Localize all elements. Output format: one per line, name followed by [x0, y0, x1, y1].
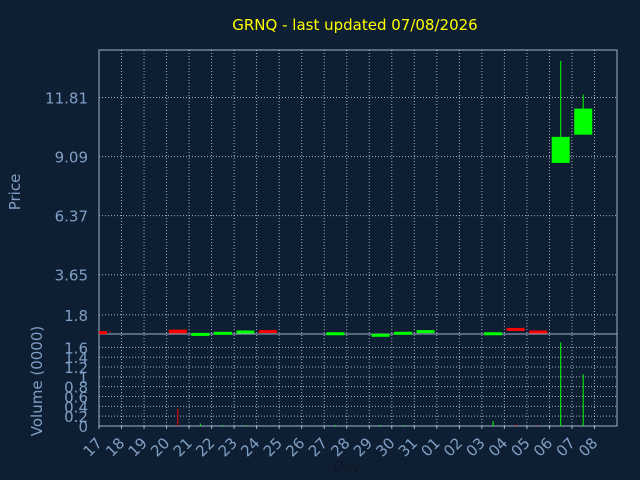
- price-tick-label: 3.65: [55, 267, 88, 285]
- candle-body: [551, 136, 570, 163]
- candle-body: [326, 332, 345, 336]
- candle: [416, 330, 435, 334]
- candle-body: [258, 330, 277, 334]
- candle: [326, 332, 345, 336]
- candle: [236, 330, 255, 334]
- candle: [394, 331, 413, 335]
- day-axis: 1718192021222324252627282930310102030405…: [80, 426, 601, 460]
- volume-tick-label: 1.6: [64, 339, 88, 357]
- candle: [484, 332, 503, 336]
- price-tick-label: 11.81: [45, 90, 88, 108]
- candle: [574, 94, 593, 135]
- candle-body: [191, 332, 210, 336]
- y-axis-label-volume: Volume (0000): [28, 326, 46, 436]
- candle-body: [213, 331, 232, 335]
- candle: [258, 330, 277, 334]
- price-tick-label: 9.09: [55, 149, 88, 167]
- candle: [371, 333, 390, 337]
- stock-chart: GRNQ - last updated 07/08/2026 1.8 3.65 6.…: [6, 16, 618, 475]
- volume-axis: 00.20.40.60.811.21.41.6: [64, 339, 88, 436]
- candle-body: [236, 330, 255, 334]
- candle-body: [416, 330, 435, 334]
- candle-body: [168, 329, 187, 334]
- grid-lines: [99, 50, 617, 426]
- candle: [551, 60, 570, 163]
- candle-body: [394, 331, 413, 335]
- candle-body: [529, 330, 548, 334]
- price-tick-label: 6.37: [55, 208, 88, 226]
- x-axis-label: Day: [333, 459, 361, 475]
- day-tick-label: 08: [575, 434, 601, 460]
- price-tick-label: 1.8: [64, 307, 88, 325]
- price-candles: [99, 60, 593, 337]
- volume-series: [177, 342, 584, 426]
- candle: [506, 327, 525, 331]
- candle-body: [99, 331, 107, 335]
- price-axis: 1.8 3.65 6.37 9.09 11.81: [45, 90, 88, 325]
- candle: [529, 330, 548, 334]
- candle: [213, 331, 232, 335]
- price-plot-area: [98, 49, 618, 335]
- candle-body: [574, 108, 593, 135]
- candle-body: [484, 332, 503, 336]
- candle: [168, 329, 187, 334]
- y-axis-label-price: Price: [6, 174, 24, 211]
- candle: [191, 332, 210, 336]
- candle-body: [371, 333, 390, 337]
- chart-title: GRNQ - last updated 07/08/2026: [232, 16, 477, 34]
- candle-body: [506, 327, 525, 331]
